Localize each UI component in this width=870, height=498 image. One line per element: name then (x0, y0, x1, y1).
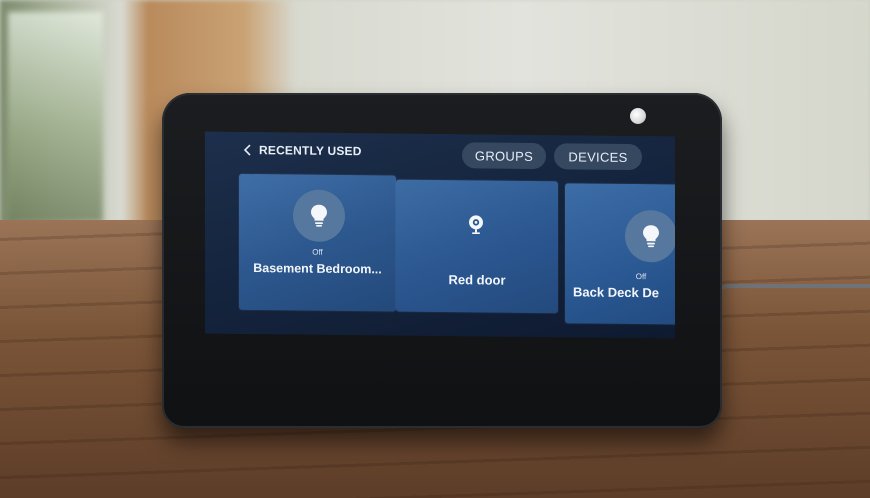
tile-name: Back Deck De (573, 284, 659, 301)
devices-button-label: DEVICES (568, 148, 628, 165)
lightbulb-icon (293, 189, 345, 243)
back-button-label: RECENTLY USED (259, 143, 362, 159)
power-cable (712, 284, 870, 302)
device-screen: RECENTLY USED GROUPS DEVICES Off Basemen… (205, 131, 675, 339)
tile-state: Off (635, 272, 647, 282)
camera-icon (469, 215, 483, 235)
tile-state: Off (312, 247, 323, 257)
devices-button[interactable]: DEVICES (554, 143, 642, 171)
tile-name: Red door (448, 272, 506, 288)
lightbulb-icon (625, 209, 675, 263)
screen-header: RECENTLY USED GROUPS DEVICES (205, 132, 675, 179)
chevron-left-icon (243, 144, 251, 156)
background-window (8, 12, 103, 222)
groups-button-label: GROUPS (474, 147, 534, 164)
device-tile-basement-bedroom[interactable]: Off Basement Bedroom... (239, 173, 396, 312)
groups-button[interactable]: GROUPS (462, 142, 546, 170)
tile-name: Basement Bedroom... (253, 261, 382, 277)
back-button[interactable]: RECENTLY USED (243, 143, 362, 158)
camera-lens-icon (630, 108, 646, 124)
device-tile-back-deck[interactable]: Off Back Deck De (565, 183, 675, 325)
device-tile-red-door[interactable]: Red door (396, 179, 558, 314)
